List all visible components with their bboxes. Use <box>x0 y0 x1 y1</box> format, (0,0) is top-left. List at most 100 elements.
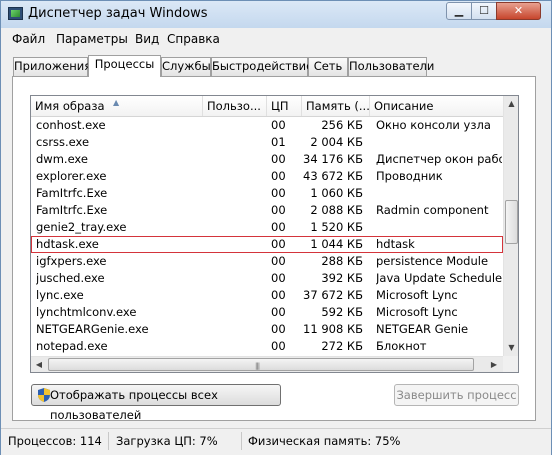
menu-file[interactable]: Файл <box>12 32 45 46</box>
process-user <box>207 134 267 151</box>
show-all-users-button[interactable]: Отображать процессы всех пользователей <box>31 384 281 422</box>
status-divider <box>108 432 109 450</box>
process-name: csrss.exe <box>36 135 90 149</box>
list-header: ▲ Имя образа Пользо... ЦП Память (... Оп… <box>31 96 503 117</box>
process-description: hdtask <box>376 237 415 251</box>
process-description: Microsoft Lync <box>376 305 458 319</box>
table-row[interactable]: FamItrfc.Exe 00 1 060 КБ <box>31 185 503 202</box>
table-row[interactable]: hdtask.exe 00 1 044 КБ hdtask <box>31 236 503 253</box>
status-process-count: Процессов: 114 <box>8 434 102 448</box>
column-memory[interactable]: Память (... <box>302 96 370 116</box>
process-user <box>207 253 267 270</box>
sort-up-icon: ▲ <box>113 98 120 107</box>
task-manager-app-icon <box>8 7 23 20</box>
process-description: Блокнот <box>376 339 427 353</box>
process-description: Диспетчер окон рабоче... <box>376 152 502 166</box>
table-row[interactable]: conhost.exe 00 256 КБ Окно консоли узла <box>31 117 503 134</box>
process-name: explorer.exe <box>36 169 107 183</box>
uac-shield-icon <box>38 388 50 402</box>
process-memory: 2 004 КБ <box>310 135 363 149</box>
process-description: Проводник <box>376 169 443 183</box>
process-description: Radmin component <box>376 203 489 217</box>
process-cpu: 00 <box>271 152 286 166</box>
table-row[interactable]: lync.exe 00 37 672 КБ Microsoft Lync <box>31 287 503 304</box>
process-description: persistence Module <box>376 254 489 268</box>
minimize-button[interactable]: ▁ <box>446 2 472 20</box>
process-cpu: 00 <box>271 169 286 183</box>
scroll-left-icon[interactable]: ◀ <box>31 357 47 372</box>
table-row[interactable]: notepad.exe 00 272 КБ Блокнот <box>31 338 503 355</box>
menu-view[interactable]: Вид <box>135 32 159 46</box>
process-description: Microsoft Lync <box>376 288 458 302</box>
task-manager-window: Диспетчер задач Windows ▁ ☐ ✕ Файл Парам… <box>0 0 552 455</box>
column-user[interactable]: Пользо... <box>203 96 267 116</box>
column-image-name-label: Имя образа <box>35 99 105 113</box>
table-row[interactable]: FamItrfc.Exe 00 2 088 КБ Radmin component <box>31 202 503 219</box>
process-memory: 1 520 КБ <box>310 220 363 234</box>
table-row[interactable]: NETGEARGenie.exe 00 11 908 КБ NETGEAR Genie <box>31 321 503 338</box>
process-name: FamItrfc.Exe <box>36 203 108 217</box>
menu-help[interactable]: Справка <box>167 32 220 46</box>
process-name: genie2_tray.exe <box>36 220 127 234</box>
table-row[interactable]: lynchtmlconv.exe 00 592 КБ Microsoft Lync <box>31 304 503 321</box>
process-cpu: 01 <box>271 135 286 149</box>
title-bar[interactable]: Диспетчер задач Windows ▁ ☐ ✕ <box>1 1 551 28</box>
column-cpu[interactable]: ЦП <box>267 96 302 116</box>
process-memory: 2 088 КБ <box>310 203 363 217</box>
process-name: jusched.exe <box>36 271 105 285</box>
tab-applications[interactable]: Приложения <box>13 57 91 76</box>
process-name: notepad.exe <box>36 339 108 353</box>
process-user <box>207 236 267 253</box>
process-list[interactable]: ▲ Имя образа Пользо... ЦП Память (... Оп… <box>30 95 519 373</box>
close-button[interactable]: ✕ <box>496 2 541 20</box>
end-process-button[interactable]: Завершить процесс <box>394 384 519 406</box>
process-cpu: 00 <box>271 339 286 353</box>
menu-options[interactable]: Параметры <box>56 32 128 46</box>
vertical-scroll-thumb[interactable] <box>505 200 518 244</box>
table-row[interactable]: igfxpers.exe 00 288 КБ persistence Module <box>31 253 503 270</box>
horizontal-scroll-thumb[interactable]: ||| <box>48 358 474 371</box>
process-description: Java Update Scheduler <box>376 271 502 285</box>
tab-network[interactable]: Сеть <box>308 57 348 76</box>
tab-performance[interactable]: Быстродействие <box>211 57 313 76</box>
process-memory: 272 КБ <box>321 339 363 353</box>
status-bar: Процессов: 114 Загрузка ЦП: 7% Физическа… <box>1 428 551 455</box>
table-row[interactable]: explorer.exe 00 43 672 КБ Проводник <box>31 168 503 185</box>
process-cpu: 00 <box>271 203 286 217</box>
process-description <box>376 185 502 202</box>
process-description <box>376 219 502 236</box>
maximize-button[interactable]: ☐ <box>471 2 497 20</box>
process-memory: 43 672 КБ <box>303 169 363 183</box>
process-name: hdtask.exe <box>36 237 99 251</box>
vertical-scrollbar[interactable]: ▲ ▼ <box>503 96 518 356</box>
process-cpu: 00 <box>271 186 286 200</box>
column-description[interactable]: Описание <box>370 96 503 116</box>
table-row[interactable]: dwm.exe 00 34 176 КБ Диспетчер окон рабоче.… <box>31 151 503 168</box>
tab-users[interactable]: Пользователи <box>348 57 434 76</box>
process-memory: 288 КБ <box>321 254 363 268</box>
process-cpu: 00 <box>271 118 286 132</box>
process-cpu: 00 <box>271 220 286 234</box>
table-row[interactable]: csrss.exe 01 2 004 КБ <box>31 134 503 151</box>
scroll-down-icon[interactable]: ▼ <box>504 340 518 356</box>
process-memory: 1 044 КБ <box>310 237 363 251</box>
tab-services[interactable]: Службы <box>161 57 211 76</box>
column-image-name[interactable]: ▲ Имя образа <box>31 96 203 116</box>
process-memory: 11 908 КБ <box>303 322 363 336</box>
process-user <box>207 304 267 321</box>
horizontal-scrollbar[interactable]: ◀ ||| ▶ <box>31 356 503 372</box>
process-memory: 592 КБ <box>321 305 363 319</box>
process-description: NETGEAR Genie <box>376 322 469 336</box>
tab-processes[interactable]: Процессы <box>88 55 161 77</box>
window-title: Диспетчер задач Windows <box>28 6 208 21</box>
process-name: conhost.exe <box>36 118 106 132</box>
process-memory: 256 КБ <box>321 118 363 132</box>
menu-bar: Файл Параметры Вид Справка <box>1 29 551 49</box>
process-user <box>207 270 267 287</box>
scroll-up-icon[interactable]: ▲ <box>504 96 518 112</box>
table-row[interactable]: jusched.exe 00 392 КБ Java Update Scheduler <box>31 270 503 287</box>
status-cpu-usage: Загрузка ЦП: 7% <box>116 434 218 448</box>
scroll-right-icon[interactable]: ▶ <box>486 357 502 372</box>
table-row[interactable]: genie2_tray.exe 00 1 520 КБ <box>31 219 503 236</box>
process-memory: 34 176 КБ <box>303 152 363 166</box>
